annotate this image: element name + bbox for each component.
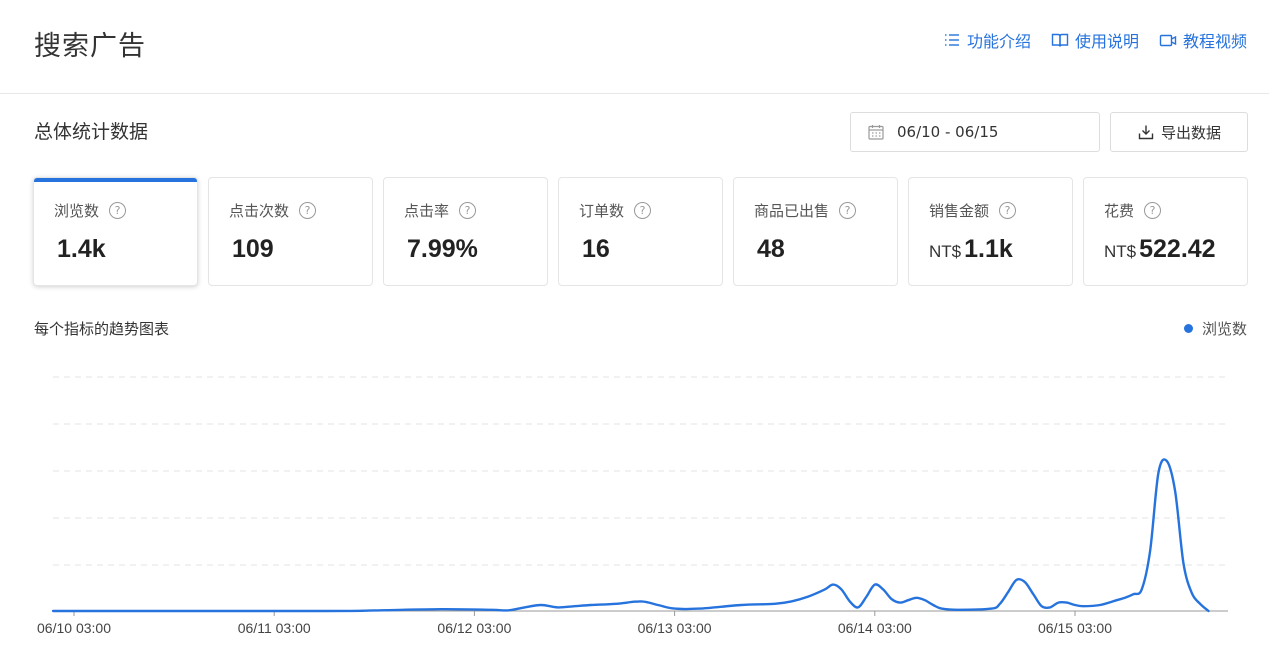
legend-dot-icon <box>1183 324 1193 333</box>
metric-value-row: 1.4k <box>54 235 197 264</box>
metric-value: 48 <box>757 235 785 263</box>
user-guide-link[interactable]: 使用说明 <box>1051 28 1139 52</box>
x-tick-label: 06/14 03:00 <box>838 620 912 636</box>
page-header: 搜索广告 功能介绍 使用说明 教程视频 <box>0 0 1269 94</box>
metric-label: 浏览数 <box>54 202 100 220</box>
metric-value-row: 109 <box>229 235 372 264</box>
help-icon[interactable]: ? <box>634 202 652 219</box>
metric-value: 1.1k <box>964 235 1013 263</box>
metric-value-row: 16 <box>579 235 722 264</box>
header-links: 功能介绍 使用说明 教程视频 <box>943 28 1247 52</box>
metric-value-row: NT$ 522.42 <box>1104 235 1247 264</box>
metric-currency: NT$ <box>929 242 962 261</box>
metric-value: 109 <box>232 235 274 263</box>
metric-card-items-sold[interactable]: 商品已出售 ? 48 <box>733 177 898 286</box>
chart-x-axis: 06/10 03:00 06/11 03:00 06/12 03:00 06/13 0… <box>37 610 1228 636</box>
x-tick-label: 06/12 03:00 <box>437 620 511 636</box>
tutorial-video-link[interactable]: 教程视频 <box>1159 28 1247 52</box>
book-icon <box>1051 33 1069 47</box>
metric-label: 订单数 <box>579 202 625 220</box>
download-icon <box>1138 125 1154 140</box>
tutorial-video-label: 教程视频 <box>1182 32 1247 51</box>
metric-card-clicks[interactable]: 点击次数 ? 109 <box>208 177 373 286</box>
metric-label: 商品已出售 <box>754 202 830 220</box>
chart-legend[interactable]: 浏览数 <box>1183 318 1247 339</box>
video-icon <box>1159 34 1177 47</box>
help-icon[interactable]: ? <box>1144 202 1162 219</box>
metric-label: 点击次数 <box>229 202 290 220</box>
chart-grid <box>53 376 1228 566</box>
metric-cards: 浏览数 ? 1.4k 点击次数 ? 109 点击率 ? 7.99% 订单数 ? <box>33 177 1248 286</box>
series-line-views <box>51 458 1210 613</box>
metric-label: 销售金额 <box>929 202 990 220</box>
metric-value: 1.4k <box>57 235 106 263</box>
list-icon <box>944 34 959 46</box>
feature-intro-link[interactable]: 功能介绍 <box>943 28 1031 52</box>
trend-chart: 06/10 03:00 06/11 03:00 06/12 03:00 06/13 0… <box>37 376 1228 636</box>
page-title: 搜索广告 <box>34 31 146 62</box>
help-icon[interactable]: ? <box>459 202 477 219</box>
metric-label-row: 点击次数 ? <box>229 200 372 221</box>
metric-value: 522.42 <box>1139 235 1216 263</box>
metric-label: 花费 <box>1104 202 1135 220</box>
date-range-value: 06/10 - 06/15 <box>897 123 999 141</box>
help-icon[interactable]: ? <box>299 202 317 219</box>
feature-intro-label: 功能介绍 <box>966 32 1031 51</box>
metric-label: 点击率 <box>404 202 450 220</box>
help-icon[interactable]: ? <box>109 202 127 219</box>
metric-card-orders[interactable]: 订单数 ? 16 <box>558 177 723 286</box>
metric-value-row: 7.99% <box>404 235 547 264</box>
help-icon[interactable]: ? <box>999 202 1017 219</box>
calendar-icon <box>868 125 884 140</box>
export-data-label: 导出数据 <box>1160 123 1221 142</box>
metric-card-views[interactable]: 浏览数 ? 1.4k <box>33 177 198 286</box>
metric-value: 7.99% <box>407 235 478 263</box>
metric-value-row: NT$ 1.1k <box>929 235 1072 264</box>
user-guide-label: 使用说明 <box>1074 32 1139 51</box>
help-icon[interactable]: ? <box>839 202 857 219</box>
metric-label-row: 销售金额 ? <box>929 200 1072 221</box>
metric-label-row: 点击率 ? <box>404 200 547 221</box>
date-range-picker[interactable]: 06/10 - 06/15 <box>850 112 1100 152</box>
x-tick-label: 06/11 03:00 <box>238 620 311 636</box>
stats-title: 总体统计数据 <box>34 121 149 143</box>
trend-chart-title: 每个指标的趋势图表 <box>34 320 170 338</box>
metric-label-row: 花费 ? <box>1104 200 1247 221</box>
export-data-button[interactable]: 导出数据 <box>1110 112 1248 152</box>
x-tick-label: 06/15 03:00 <box>1038 620 1112 636</box>
x-tick-label: 06/10 03:00 <box>37 620 111 636</box>
metric-card-ctr[interactable]: 点击率 ? 7.99% <box>383 177 548 286</box>
metric-value: 16 <box>582 235 610 263</box>
legend-label: 浏览数 <box>1201 320 1247 338</box>
metric-value-row: 48 <box>754 235 897 264</box>
metric-currency: NT$ <box>1104 242 1137 261</box>
x-tick-label: 06/13 03:00 <box>638 620 712 636</box>
metric-card-spend[interactable]: 花费 ? NT$ 522.42 <box>1083 177 1248 286</box>
metric-label-row: 订单数 ? <box>579 200 722 221</box>
metric-card-sales-amount[interactable]: 销售金额 ? NT$ 1.1k <box>908 177 1073 286</box>
metric-label-row: 浏览数 ? <box>54 200 197 221</box>
metric-label-row: 商品已出售 ? <box>754 200 897 221</box>
